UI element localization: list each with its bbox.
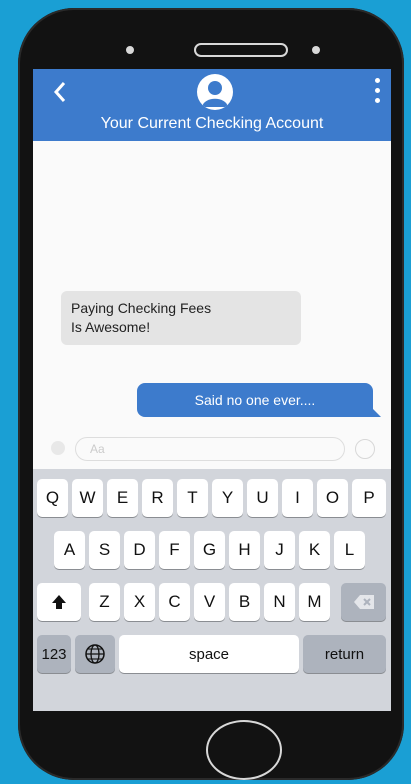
space-key[interactable]: space [119,635,299,673]
delete-key[interactable] [341,583,386,621]
user-icon [202,81,228,107]
camera-icon[interactable] [51,441,65,455]
key-c[interactable]: C [159,583,190,621]
vertical-ellipsis-icon[interactable] [373,78,381,108]
key-d[interactable]: D [124,531,155,569]
message-input[interactable] [75,437,345,461]
key-p[interactable]: P [352,479,386,517]
outgoing-message-bubble: Said no one ever.... [137,383,381,417]
key-j[interactable]: J [264,531,295,569]
key-m[interactable]: M [299,583,330,621]
key-h[interactable]: H [229,531,260,569]
key-r[interactable]: R [142,479,173,517]
key-k[interactable]: K [299,531,330,569]
return-key[interactable]: return [303,635,386,673]
numbers-key[interactable]: 123 [37,635,71,673]
incoming-message-line-2: Is Awesome! [71,319,151,335]
keyboard: Q W E R T Y U I O P A S D F G H J K L Z … [33,469,391,711]
key-u[interactable]: U [247,479,278,517]
avatar[interactable] [197,74,233,110]
key-g[interactable]: G [194,531,225,569]
key-w[interactable]: W [72,479,103,517]
key-y[interactable]: Y [212,479,243,517]
backspace-icon [353,595,374,609]
composer-row [33,431,391,467]
shift-key[interactable] [37,583,81,621]
sticker-icon[interactable] [355,439,375,459]
chat-header: Your Current Checking Account [33,69,391,141]
key-x[interactable]: X [124,583,155,621]
key-l[interactable]: L [334,531,365,569]
key-s[interactable]: S [89,531,120,569]
camera-dot [126,46,134,54]
key-z[interactable]: Z [89,583,120,621]
globe-icon [85,644,105,664]
key-t[interactable]: T [177,479,208,517]
key-f[interactable]: F [159,531,190,569]
key-a[interactable]: A [54,531,85,569]
key-e[interactable]: E [107,479,138,517]
key-n[interactable]: N [264,583,295,621]
phone-screen: Your Current Checking Account Paying Che… [33,69,391,711]
key-i[interactable]: I [282,479,313,517]
globe-key[interactable] [75,635,115,673]
chevron-left-icon[interactable] [49,79,71,105]
key-b[interactable]: B [229,583,260,621]
key-q[interactable]: Q [37,479,68,517]
incoming-message-bubble: Paying Checking Fees Is Awesome! [61,291,301,345]
key-o[interactable]: O [317,479,348,517]
shift-arrow-icon [52,595,66,609]
chat-title: Your Current Checking Account [100,115,324,132]
incoming-message-line-1: Paying Checking Fees [71,300,212,316]
key-v[interactable]: V [194,583,225,621]
speaker-grille [194,43,288,57]
sensor-dot [312,46,320,54]
home-button[interactable] [206,720,282,780]
